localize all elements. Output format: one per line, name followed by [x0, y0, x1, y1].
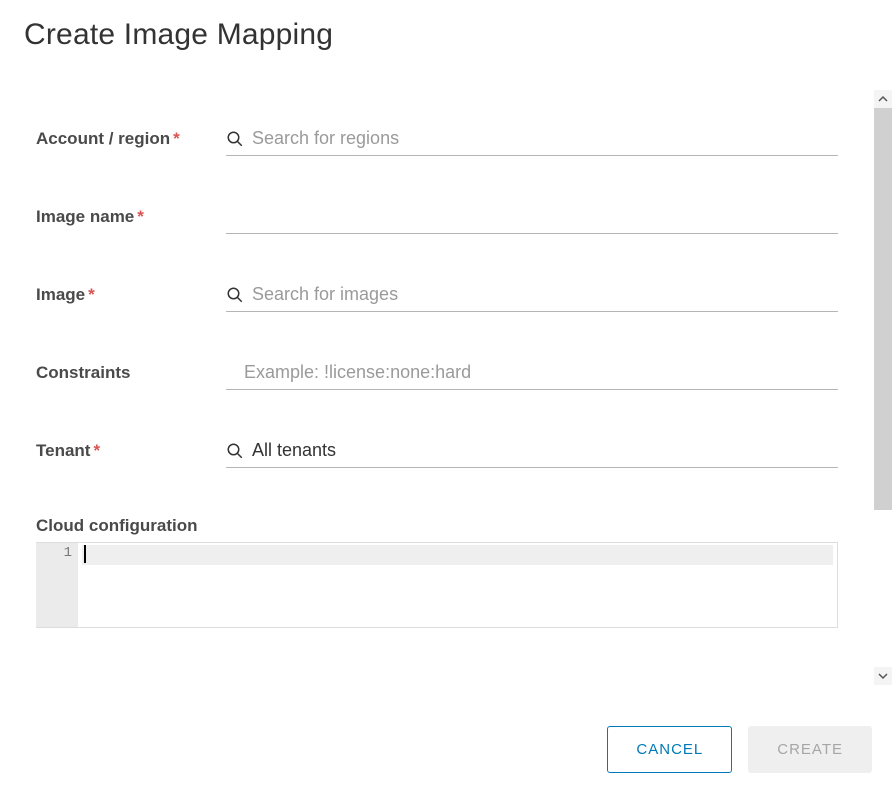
required-marker: * — [137, 207, 144, 226]
cancel-button[interactable]: CANCEL — [607, 726, 732, 773]
required-marker: * — [93, 441, 100, 460]
tenant-value: All tenants — [252, 440, 336, 461]
constraints-field[interactable] — [226, 360, 838, 390]
image-name-input[interactable] — [226, 206, 838, 227]
image-row: Image* — [36, 282, 838, 312]
image-label: Image* — [36, 282, 226, 307]
image-name-label: Image name* — [36, 204, 226, 229]
line-number: 1 — [36, 545, 72, 561]
scroll-up-arrow[interactable] — [874, 90, 892, 108]
scrollbar-thumb[interactable] — [874, 108, 892, 510]
image-name-field[interactable] — [226, 204, 838, 234]
create-button[interactable]: CREATE — [748, 726, 872, 773]
chevron-up-icon — [878, 94, 888, 104]
search-icon — [226, 130, 244, 148]
constraints-label: Constraints — [36, 360, 226, 385]
search-icon — [226, 286, 244, 304]
dialog-footer: CANCEL CREATE — [607, 726, 872, 773]
editor-current-line — [82, 545, 833, 565]
required-marker: * — [173, 129, 180, 148]
form-scroll-area: Account / region* Image name* Image* — [0, 90, 874, 685]
account-region-input[interactable] — [252, 128, 838, 149]
scroll-down-arrow[interactable] — [874, 667, 892, 685]
cloud-configuration-editor[interactable]: 1 — [36, 542, 838, 628]
account-region-field[interactable] — [226, 126, 838, 156]
vertical-scrollbar[interactable] — [874, 90, 892, 685]
create-image-mapping-form: Account / region* Image name* Image* — [0, 90, 874, 468]
editor-content[interactable] — [78, 543, 837, 627]
account-region-row: Account / region* — [36, 126, 838, 156]
image-name-row: Image name* — [36, 204, 838, 234]
constraints-input[interactable] — [226, 362, 838, 383]
tenant-row: Tenant* All tenants — [36, 438, 838, 468]
chevron-down-icon — [878, 671, 888, 681]
page-title: Create Image Mapping — [0, 0, 892, 52]
image-field[interactable] — [226, 282, 838, 312]
required-marker: * — [88, 285, 95, 304]
editor-gutter: 1 — [36, 543, 78, 627]
search-icon — [226, 442, 244, 460]
tenant-field[interactable]: All tenants — [226, 438, 838, 468]
image-input[interactable] — [252, 284, 838, 305]
cloud-configuration-label: Cloud configuration — [36, 516, 838, 536]
constraints-row: Constraints — [36, 360, 838, 390]
editor-cursor — [84, 545, 86, 563]
tenant-label: Tenant* — [36, 438, 226, 463]
scrollbar-track[interactable] — [874, 108, 892, 667]
account-region-label: Account / region* — [36, 126, 226, 151]
